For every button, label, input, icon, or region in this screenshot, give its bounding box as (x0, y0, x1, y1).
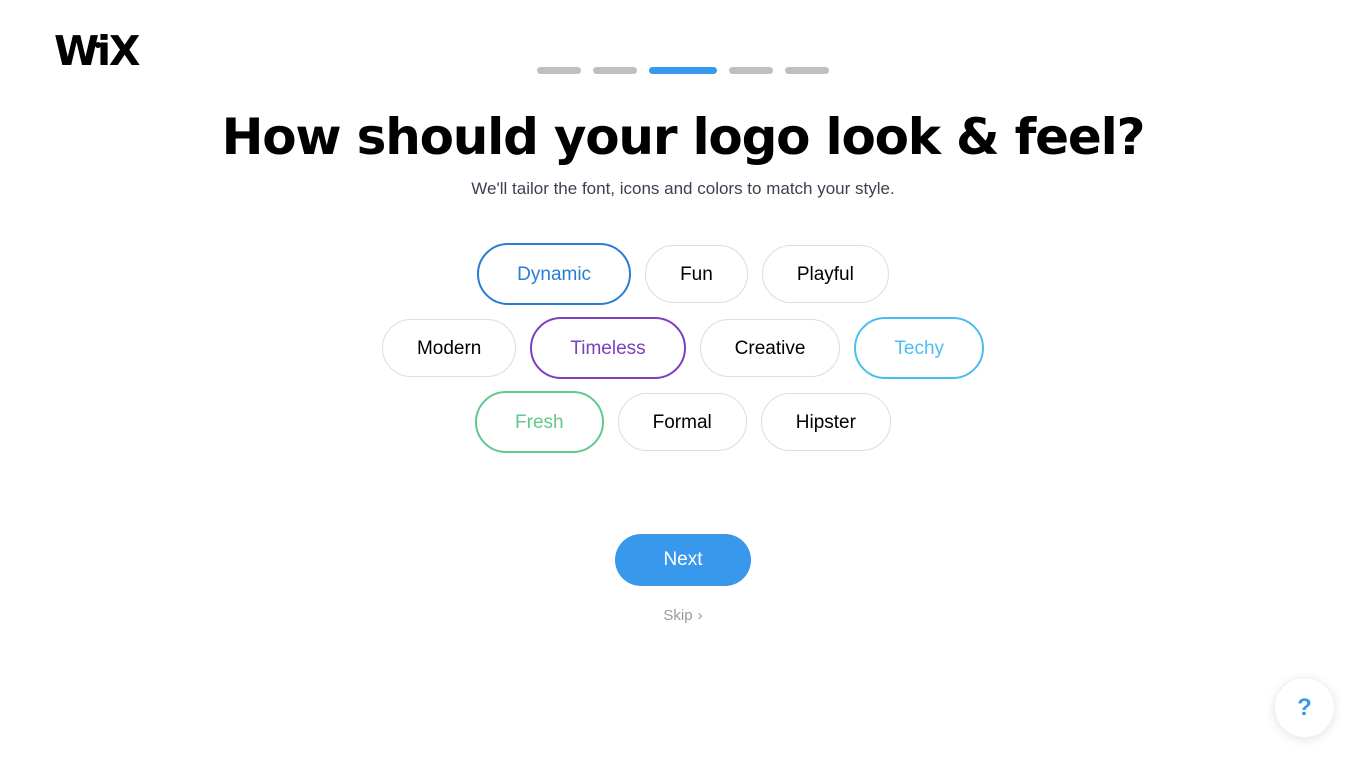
skip-label: Skip (663, 607, 693, 624)
style-chip-creative[interactable]: Creative (699, 319, 841, 377)
style-chip-fun[interactable]: Fun (645, 245, 748, 303)
progress-step-5 (785, 67, 829, 74)
style-chip-group: Dynamic Fun Playful Modern Timeless Creative T… (0, 243, 1366, 453)
progress-step-1 (537, 67, 581, 74)
progress-step-3 (649, 67, 717, 74)
style-chip-hipster[interactable]: Hipster (760, 393, 891, 451)
progress-step-4 (729, 67, 773, 74)
chip-row-1: Dynamic Fun Playful (477, 243, 889, 305)
next-button[interactable]: Next (615, 534, 751, 586)
wix-logo[interactable]: WiX (54, 31, 141, 72)
progress-step-2 (593, 67, 637, 74)
style-chip-formal[interactable]: Formal (617, 393, 747, 451)
page-title: How should your logo look & feel? (221, 108, 1146, 166)
page-subtitle: We'll tailor the font, icons and colors … (471, 179, 895, 198)
style-chip-timeless[interactable]: Timeless (530, 317, 686, 379)
chip-row-3: Fresh Formal Hipster (475, 391, 891, 453)
chip-row-2: Modern Timeless Creative Techy (381, 317, 985, 379)
style-chip-modern[interactable]: Modern (381, 319, 517, 377)
onboarding-page: WiX How should your logo look & feel? We… (0, 0, 1366, 768)
progress-indicator (0, 67, 1366, 74)
style-chip-techy[interactable]: Techy (854, 317, 985, 379)
chevron-right-icon: › (697, 607, 703, 624)
help-button[interactable]: ? (1274, 677, 1335, 738)
question-mark-icon: ? (1297, 693, 1312, 721)
style-chip-fresh[interactable]: Fresh (475, 391, 604, 453)
skip-link[interactable]: Skip › (0, 607, 1366, 624)
style-chip-dynamic[interactable]: Dynamic (477, 243, 632, 305)
style-chip-playful[interactable]: Playful (761, 245, 889, 303)
